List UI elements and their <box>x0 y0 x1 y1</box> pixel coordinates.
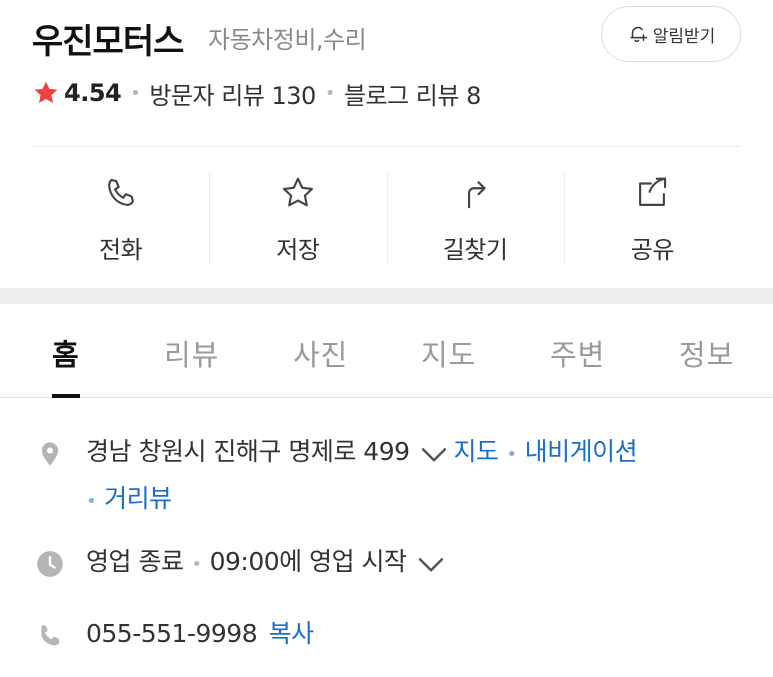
tab-reviews[interactable]: 리뷰 <box>164 332 219 374</box>
map-link[interactable]: 지도 <box>454 437 500 466</box>
tab-home[interactable]: 홈 <box>52 332 80 374</box>
phone-icon <box>41 624 60 646</box>
copy-phone-button[interactable]: 복사 <box>269 619 315 648</box>
tab-bar: 홈 리뷰 사진 지도 주변 정보 <box>0 304 773 398</box>
notify-button[interactable]: 알림받기 <box>601 6 741 62</box>
action-bar: 전화 저장 길찾기 공유 <box>32 162 741 274</box>
clock-icon <box>37 551 63 577</box>
address-block: 경남 창원시 진해구 명제로 499 지도 • 내비게이션 • 거리뷰 <box>86 430 638 524</box>
separator-dot: • <box>86 491 97 512</box>
share-button[interactable]: 공유 <box>563 162 741 274</box>
separator-dot: • <box>506 444 518 465</box>
phone-number: 055-551-9998 <box>86 619 258 648</box>
place-name: 우진모터스 <box>32 22 184 62</box>
chevron-down-icon[interactable] <box>417 550 445 578</box>
section-gap <box>0 288 773 304</box>
tab-map[interactable]: 지도 <box>421 332 476 374</box>
hours-block: 영업 종료 • 09:00에 영업 시작 <box>86 540 451 587</box>
call-button[interactable]: 전화 <box>32 162 209 274</box>
hours-next: 09:00에 영업 시작 <box>209 547 407 576</box>
share-icon <box>639 177 667 206</box>
address-row: 경남 창원시 진해구 명제로 499 지도 • 내비게이션 • 거리뷰 <box>36 437 743 524</box>
visitor-review-link[interactable]: 방문자 리뷰 130 <box>149 76 316 111</box>
star-rating-icon <box>34 81 58 104</box>
hours-row: 영업 종료 • 09:00에 영업 시작 <box>36 547 743 587</box>
blog-review-link[interactable]: 블로그 리뷰 8 <box>344 76 481 111</box>
directions-label: 길찾기 <box>442 236 508 264</box>
tab-info[interactable]: 정보 <box>679 332 734 374</box>
divider <box>32 146 741 147</box>
street-view-link[interactable]: 거리뷰 <box>104 484 172 513</box>
tab-nearby[interactable]: 주변 <box>550 332 605 374</box>
place-category: 자동차정비,수리 <box>208 26 367 54</box>
tab-photos[interactable]: 사진 <box>293 332 348 374</box>
save-label: 저장 <box>276 236 320 264</box>
navigation-link[interactable]: 내비게이션 <box>525 437 638 466</box>
directions-button[interactable]: 길찾기 <box>386 162 564 274</box>
rating-summary: 4.54 • 방문자 리뷰 130 • 블로그 리뷰 8 <box>32 76 481 110</box>
separator-dot: • <box>191 554 202 575</box>
phone-block: 055-551-9998 복사 <box>86 612 314 656</box>
call-label: 전화 <box>99 236 143 264</box>
place-header: 우진모터스 자동차정비,수리 알림받기 <box>32 6 743 62</box>
address-text: 경남 창원시 진해구 명제로 499 <box>86 437 410 466</box>
bell-plus-icon <box>630 26 647 43</box>
phone-icon <box>107 178 134 206</box>
notify-button-label: 알림받기 <box>652 26 716 47</box>
save-button[interactable]: 저장 <box>209 162 386 274</box>
separator-dot: • <box>130 82 141 104</box>
active-tab-indicator <box>52 394 80 398</box>
separator-dot: • <box>324 82 336 104</box>
hours-status: 영업 종료 <box>86 547 184 576</box>
chevron-down-icon[interactable] <box>420 440 448 468</box>
rating-score: 4.54 <box>64 79 122 107</box>
share-label: 공유 <box>630 236 675 264</box>
directions-icon <box>468 181 486 209</box>
location-pin-icon <box>41 442 59 466</box>
phone-row: 055-551-9998 복사 <box>36 619 743 656</box>
star-outline-icon <box>282 177 313 207</box>
